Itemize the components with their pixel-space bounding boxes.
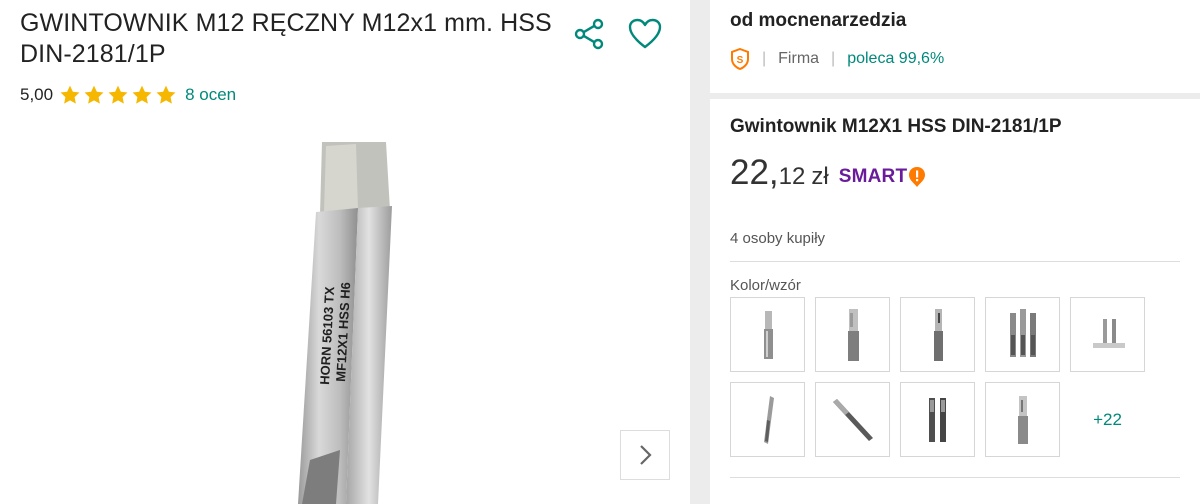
share-icon[interactable] bbox=[573, 17, 607, 51]
variant-thumbnail[interactable] bbox=[985, 382, 1060, 457]
separator: | bbox=[831, 50, 836, 67]
price-currency: zł bbox=[811, 163, 829, 190]
star-icon bbox=[132, 85, 152, 104]
smart-label: SMART bbox=[838, 166, 908, 187]
price: 22, 12 zł SMART bbox=[730, 153, 926, 193]
smart-badge[interactable]: SMART bbox=[839, 166, 927, 188]
price-fraction: 12 bbox=[778, 163, 806, 190]
variant-label: Kolor/wzór bbox=[730, 277, 801, 294]
variant-grid: +22 bbox=[730, 297, 1160, 457]
star-icon bbox=[156, 85, 176, 104]
purchase-count: 4 osoby kupiły bbox=[730, 230, 826, 247]
reviews-link[interactable]: 8 ocen bbox=[185, 85, 236, 105]
variant-thumbnail[interactable] bbox=[900, 297, 975, 372]
variant-thumbnail[interactable] bbox=[730, 382, 805, 457]
variant-thumbnail[interactable] bbox=[985, 297, 1060, 372]
price-integer: 22, bbox=[730, 153, 779, 192]
star-icon bbox=[108, 85, 128, 104]
rating-value: 5,00 bbox=[20, 85, 54, 104]
variant-thumbnail[interactable] bbox=[815, 297, 890, 372]
seller-info: S | Firma | poleca 99,6% bbox=[730, 48, 944, 70]
divider bbox=[730, 477, 1180, 478]
more-variants-link[interactable]: +22 bbox=[1070, 382, 1145, 457]
star-icon bbox=[84, 85, 104, 104]
svg-text:S: S bbox=[737, 55, 744, 66]
separator: | bbox=[762, 50, 767, 67]
rating-row: 5,00 8 ocen bbox=[20, 84, 236, 106]
seller-type: Firma bbox=[778, 50, 820, 67]
variant-thumbnail[interactable] bbox=[730, 297, 805, 372]
seller-name[interactable]: od mocnenarzedzia bbox=[730, 10, 906, 32]
super-seller-badge-icon: S bbox=[731, 48, 749, 70]
variant-thumbnail[interactable] bbox=[1070, 297, 1145, 372]
product-title: GWINTOWNIK M12 RĘCZNY M12x1 mm. HSS DIN-… bbox=[20, 9, 552, 68]
heart-icon[interactable] bbox=[627, 17, 663, 51]
product-panel: GWINTOWNIK M12 RĘCZNY M12x1 mm. HSS DIN-… bbox=[0, 0, 690, 504]
seller-card: od mocnenarzedzia S | Firma | poleca 99,… bbox=[710, 0, 1200, 93]
seller-recommend-rate[interactable]: poleca 99,6% bbox=[847, 50, 944, 68]
divider bbox=[730, 261, 1180, 262]
product-photo[interactable]: HORN 56103 TX MF12X1 HSS H6 bbox=[40, 120, 600, 504]
offer-card: Gwintownik M12X1 HSS DIN-2181/1P 22, 12 … bbox=[710, 99, 1200, 504]
offer-name: Gwintownik M12X1 HSS DIN-2181/1P bbox=[730, 116, 1062, 137]
variant-thumbnail[interactable] bbox=[815, 382, 890, 457]
smart-badge-icon bbox=[909, 167, 926, 187]
star-icon bbox=[60, 85, 80, 104]
rating-stars bbox=[59, 84, 177, 106]
chevron-right-icon[interactable] bbox=[620, 430, 670, 480]
variant-thumbnail[interactable] bbox=[900, 382, 975, 457]
